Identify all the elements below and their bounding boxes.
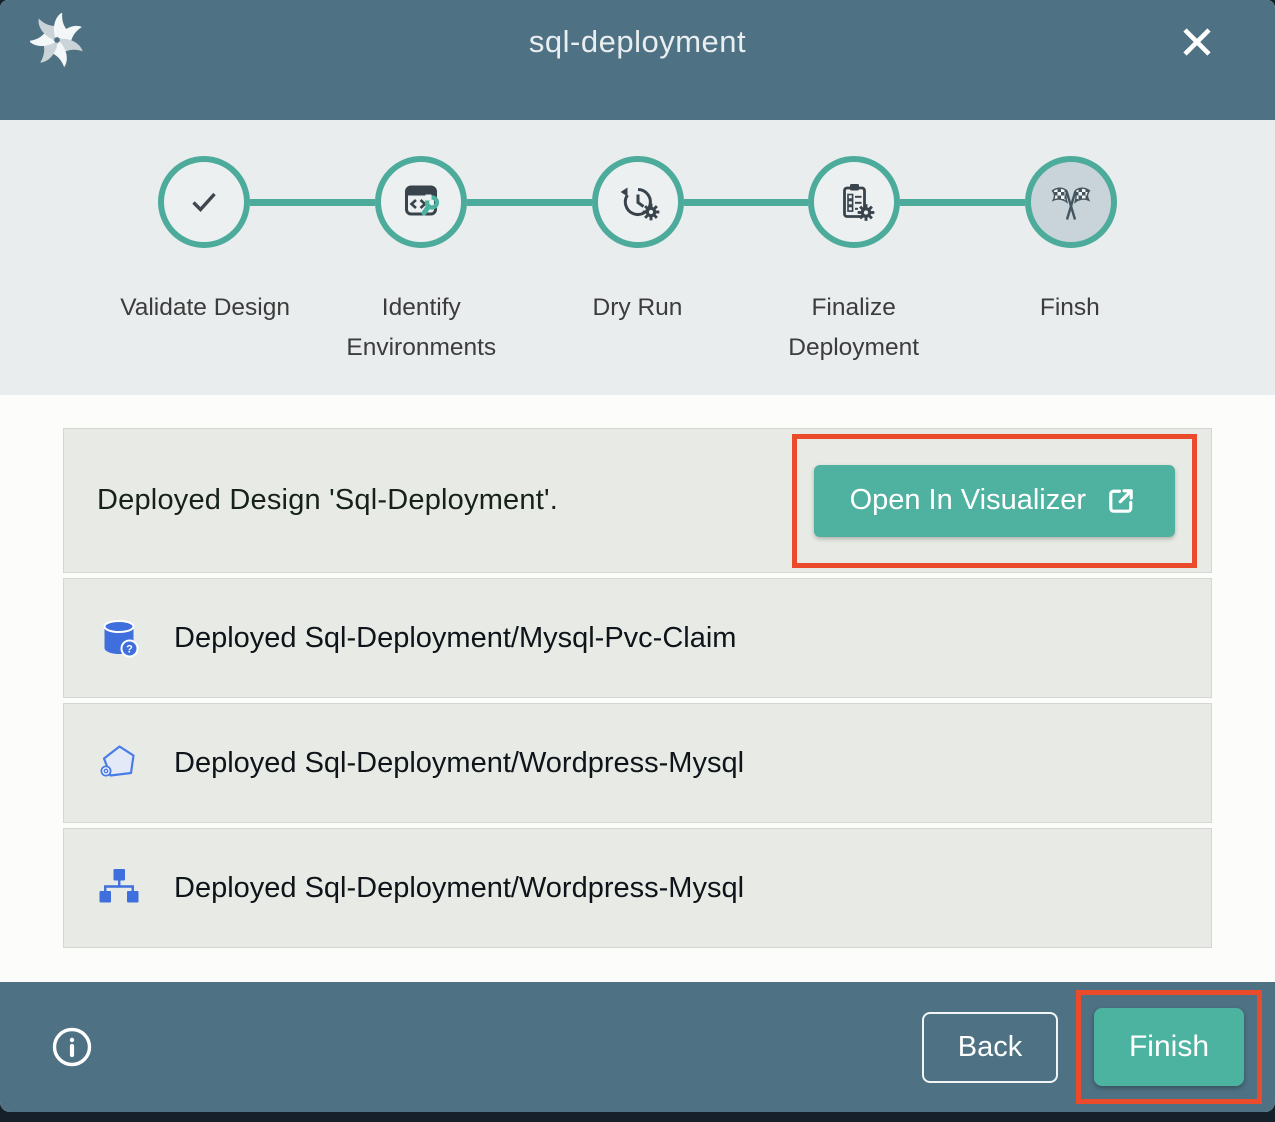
step-label-dry-run: Dry Run (529, 288, 745, 368)
results-panel: Deployed Design 'Sql-Deployment'. Open I… (0, 395, 1275, 982)
step-connector (684, 199, 809, 206)
step-dry-run[interactable] (592, 156, 684, 248)
step-connector (250, 199, 375, 206)
close-button[interactable] (1175, 20, 1219, 64)
modal-header: sql-deployment (0, 0, 1275, 120)
step-label-validate-design: Validate Design (97, 288, 313, 368)
finish-button[interactable]: Finish (1094, 1008, 1244, 1086)
annotation-highlight-finish: Finish (1076, 990, 1262, 1104)
stepper-labels: Validate Design Identify Environments Dr… (0, 288, 1275, 368)
stepper-circles (0, 120, 1275, 248)
dry-run-gear-icon (614, 178, 662, 226)
sitemap-icon (97, 866, 141, 910)
clipboard-gear-icon (830, 178, 878, 226)
step-finalize-deployment[interactable] (808, 156, 900, 248)
deployment-stepper: Validate Design Identify Environments Dr… (0, 120, 1275, 395)
result-row-wordpress-mysql-service: Deployed Sql-Deployment/Wordpress-Mysql (63, 703, 1212, 823)
step-label-finish: Finsh (962, 288, 1178, 368)
annotation-highlight-visualizer: Open In Visualizer (792, 434, 1197, 568)
deployed-design-row: Deployed Design 'Sql-Deployment'. Open I… (63, 428, 1212, 573)
info-button[interactable] (50, 1025, 94, 1069)
back-button[interactable]: Back (922, 1012, 1058, 1083)
open-in-visualizer-label: Open In Visualizer (850, 484, 1086, 517)
sql-deployment-modal: sql-deployment (0, 0, 1275, 1112)
database-icon: ? (97, 616, 141, 660)
step-connector (900, 199, 1025, 206)
step-connector (467, 199, 592, 206)
step-label-finalize-deployment: Finalize Deployment (746, 288, 962, 368)
finish-flags-icon (1047, 178, 1095, 226)
info-icon (50, 1025, 94, 1069)
close-icon (1175, 20, 1219, 64)
check-icon (180, 178, 228, 226)
result-row-wordpress-mysql-deployment: Deployed Sql-Deployment/Wordpress-Mysql (63, 828, 1212, 948)
external-link-icon (1103, 483, 1139, 519)
step-identify-environments[interactable] (375, 156, 467, 248)
result-row-mysql-pvc-claim: ? Deployed Sql-Deployment/Mysql-Pvc-Clai… (63, 578, 1212, 698)
result-row-text: Deployed Sql-Deployment/Wordpress-Mysql (174, 872, 744, 905)
step-validate-design[interactable] (158, 156, 250, 248)
code-wrench-icon (397, 178, 445, 226)
open-in-visualizer-button[interactable]: Open In Visualizer (814, 465, 1175, 537)
result-row-text: Deployed Sql-Deployment/Mysql-Pvc-Claim (174, 622, 736, 655)
step-label-identify-environments: Identify Environments (313, 288, 529, 368)
step-finish[interactable] (1025, 156, 1117, 248)
modal-title: sql-deployment (0, 24, 1275, 60)
deployed-design-message: Deployed Design 'Sql-Deployment'. (97, 484, 558, 517)
modal-footer: Back Finish (0, 982, 1275, 1112)
pentagon-component-icon (97, 741, 141, 785)
svg-text:?: ? (126, 644, 133, 656)
result-row-text: Deployed Sql-Deployment/Wordpress-Mysql (174, 747, 744, 780)
